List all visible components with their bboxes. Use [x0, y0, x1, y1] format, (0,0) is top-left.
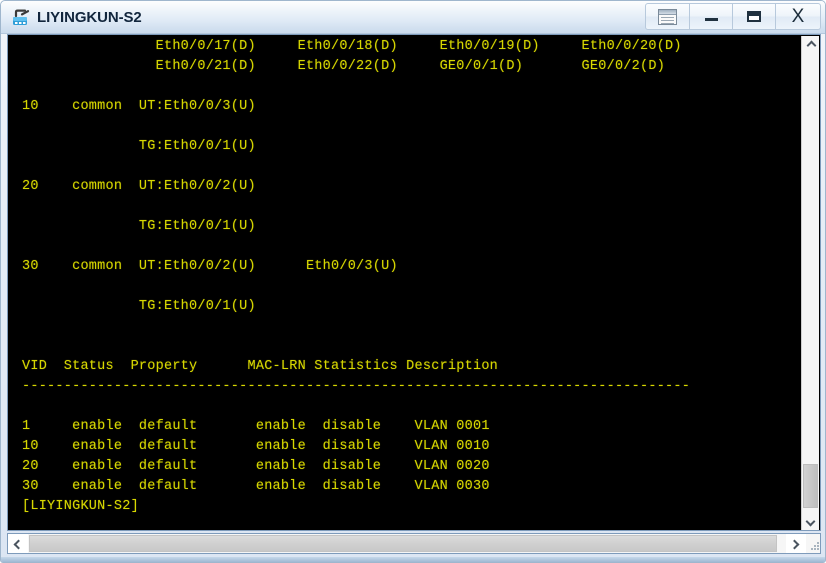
resize-grip[interactable]	[806, 536, 819, 552]
chevron-up-icon	[807, 41, 815, 49]
window-controls: X	[645, 3, 821, 32]
vertical-scrollbar-thumb[interactable]	[803, 464, 818, 508]
window-document-icon	[658, 8, 677, 25]
chevron-right-icon	[792, 540, 800, 548]
horizontal-scrollbar[interactable]	[7, 533, 821, 554]
terminal-line: 30 enable default enable disable VLAN 00…	[22, 479, 490, 494]
close-button[interactable]: X	[776, 3, 821, 30]
terminal-line: 10 enable default enable disable VLAN 00…	[22, 439, 490, 454]
grip-dot	[817, 548, 819, 550]
terminal-line: 20 enable default enable disable VLAN 00…	[22, 459, 490, 474]
scroll-left-button[interactable]	[8, 534, 28, 553]
terminal-line: VID Status Property MAC-LRN Statistics D…	[22, 359, 499, 374]
window-title: LIYINGKUN-S2	[37, 9, 142, 26]
chevron-down-icon	[807, 518, 815, 526]
terminal-line: [LIYINGKUN-S2]	[22, 499, 139, 514]
grip-dot	[817, 545, 819, 547]
terminal-line: 20 common UT:Eth0/0/2(U)	[22, 179, 256, 194]
chevron-left-icon	[14, 540, 22, 548]
grip-dot	[814, 548, 816, 550]
grip-dot	[817, 542, 819, 544]
scroll-right-button[interactable]	[786, 534, 806, 553]
terminal-line: Eth0/0/21(D) Eth0/0/22(D) GE0/0/1(D) GE0…	[22, 59, 666, 74]
close-icon: X	[791, 5, 805, 27]
vertical-scrollbar[interactable]	[801, 36, 819, 530]
title-bar-left-group: LIYINGKUN-S2	[11, 5, 142, 30]
minimize-button[interactable]	[690, 3, 733, 30]
terminal-line: 1 enable default enable disable VLAN 000…	[22, 419, 490, 434]
terminal-line: 30 common UT:Eth0/0/2(U) Eth0/0/3(U)	[22, 259, 398, 274]
horizontal-scrollbar-thumb[interactable]	[29, 535, 777, 552]
grip-dot	[811, 548, 813, 550]
maximize-icon	[747, 11, 761, 22]
scroll-down-button[interactable]	[802, 513, 819, 530]
maximize-button[interactable]	[733, 3, 776, 30]
terminal-line: TG:Eth0/0/1(U)	[22, 139, 256, 154]
terminal-screen[interactable]: Eth0/0/17(D) Eth0/0/18(D) Eth0/0/19(D) E…	[8, 35, 792, 530]
grip-dot	[814, 545, 816, 547]
client-area: Eth0/0/17(D) Eth0/0/18(D) Eth0/0/19(D) E…	[7, 34, 821, 558]
terminal-line: ----------------------------------------…	[22, 379, 691, 394]
title-bar[interactable]: LIYINGKUN-S2 X	[1, 1, 825, 34]
terminal-line: TG:Eth0/0/1(U)	[22, 219, 256, 234]
application-window: LIYINGKUN-S2 X Eth0/0/17(D) Eth0/0/18(D)	[0, 0, 826, 563]
terminal-line: TG:Eth0/0/1(U)	[22, 299, 256, 314]
terminal-frame: Eth0/0/17(D) Eth0/0/18(D) Eth0/0/19(D) E…	[7, 34, 821, 531]
terminal-line: 10 common UT:Eth0/0/3(U)	[22, 99, 256, 114]
terminal-line: Eth0/0/17(D) Eth0/0/18(D) Eth0/0/19(D) E…	[22, 39, 682, 54]
terminal-output: Eth0/0/17(D) Eth0/0/18(D) Eth0/0/19(D) E…	[22, 37, 690, 517]
router-terminal-icon	[11, 8, 31, 28]
minimize-icon	[704, 18, 718, 21]
restore-window-button[interactable]	[645, 3, 690, 30]
scroll-up-button[interactable]	[802, 36, 819, 54]
